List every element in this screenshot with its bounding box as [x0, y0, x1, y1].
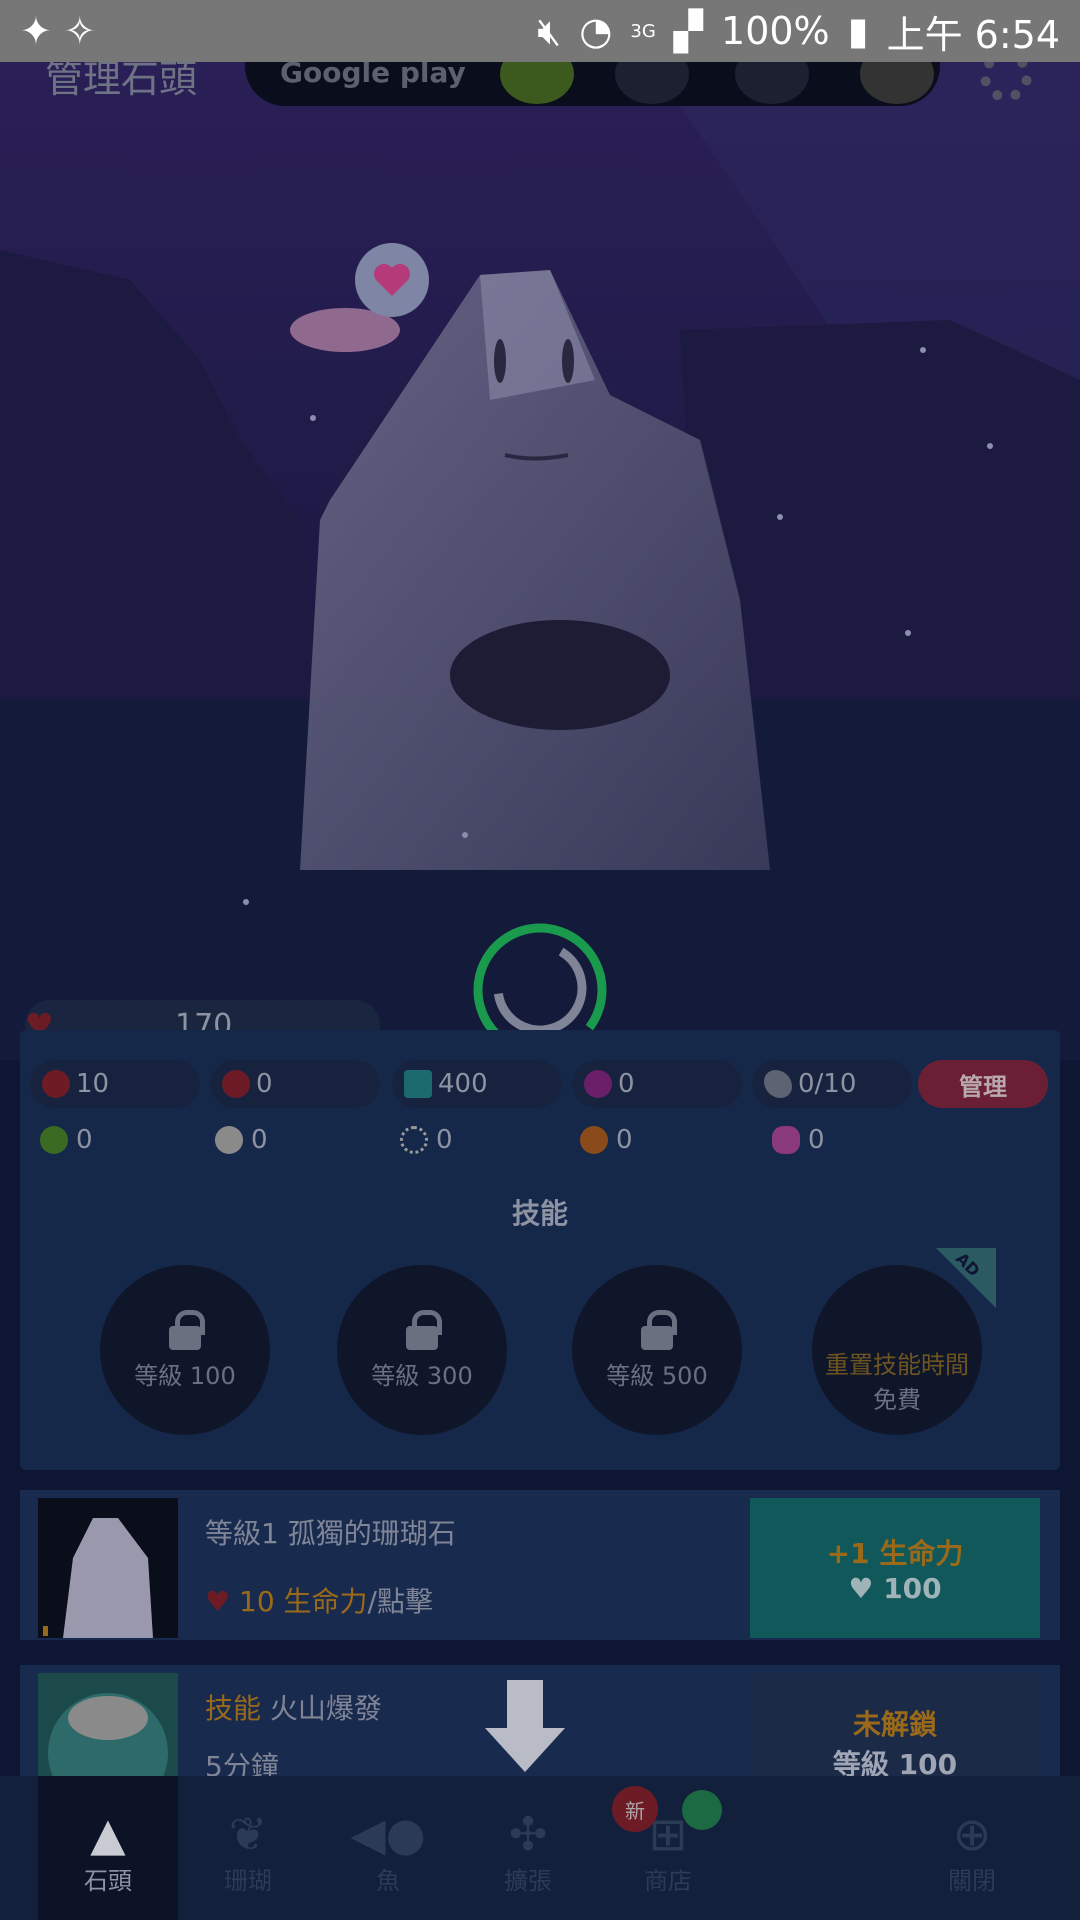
battery-icon: ▮ — [847, 9, 869, 53]
stone-title: 等級1 孤獨的珊瑚石 — [205, 1517, 456, 1550]
stone-icon: ▲ — [90, 1807, 126, 1861]
signal-icon: ▞ — [673, 9, 704, 53]
algae-icon — [40, 1126, 68, 1154]
urchins-stat: 0 — [400, 1125, 453, 1155]
nav-close[interactable]: ⊕ 關閉 — [902, 1776, 1042, 1920]
status-bar: ✦ ✧ 🔇︎ ◔ 3G ▞ 100% ▮ 上午 6:54 — [0, 0, 1080, 62]
skill-slot-2[interactable]: 等級 300 — [337, 1265, 507, 1435]
fish-icon: ◀● — [350, 1807, 426, 1861]
fish-icon — [764, 1070, 792, 1098]
per-tap-stat: 10 — [30, 1060, 200, 1108]
nav-coral[interactable]: ❦ 珊瑚 — [178, 1776, 318, 1920]
notification-icon: ✦ ✧ — [20, 9, 96, 53]
nav-stone[interactable]: ▲ 石頭 — [38, 1776, 178, 1920]
lock-icon — [406, 1309, 442, 1350]
skill-slot-3[interactable]: 等級 500 — [572, 1265, 742, 1435]
nav-expand[interactable]: ✣ 擴張 — [458, 1776, 598, 1920]
game-screen: ✦ ✧ 🔇︎ ◔ 3G ▞ 100% ▮ 上午 6:54 管理石頭 Google… — [0, 0, 1080, 1920]
heart-tap-icon: ♥ — [205, 1585, 231, 1618]
wifi-icon: ◔ — [579, 9, 613, 53]
heart-tap-icon — [42, 1070, 70, 1098]
heart-icon: ♥ — [848, 1571, 874, 1605]
battery-level: 100% — [721, 9, 830, 53]
upgrade-row-stone: 等級1 孤獨的珊瑚石 ♥ 10 生命力/點擊 +1 生命力 ♥ 100 — [20, 1490, 1060, 1640]
upgrade-life-button[interactable]: +1 生命力 ♥ 100 — [750, 1498, 1040, 1638]
lock-icon — [169, 1309, 205, 1350]
network-type: 3G — [630, 20, 656, 42]
volcano-title: 技能 火山爆發 — [205, 1692, 382, 1725]
pearl-icon — [584, 1070, 612, 1098]
tap-bonus-stat: 0 — [210, 1060, 380, 1108]
coral-icon: ❦ — [228, 1807, 268, 1861]
mute-icon: 🔇︎ — [537, 8, 562, 53]
bottom-nav: ▲ 石頭 ❦ 珊瑚 ◀● 魚 ✣ 擴張 ⊞ 商店 ⊕ 關閉 — [0, 1776, 1080, 1920]
pearls-stat: 0 — [572, 1060, 742, 1108]
algae-stat: 0 — [40, 1125, 93, 1155]
manage-button[interactable]: 管理 — [918, 1060, 1048, 1108]
arrow-down-icon — [485, 1680, 565, 1772]
skills-title: 技能 — [511, 1197, 568, 1230]
crabs-stat: 0 — [580, 1125, 633, 1155]
gems-stat: 400 — [392, 1060, 562, 1108]
seahorses-stat: 0 — [772, 1125, 825, 1155]
shell-icon — [215, 1126, 243, 1154]
volcano-duration: 5分鐘 — [205, 1750, 279, 1776]
fish-stat: 0/10 — [752, 1060, 912, 1108]
play-badge-icon — [682, 1790, 722, 1830]
crab-icon — [580, 1126, 608, 1154]
nav-fish[interactable]: ◀● 魚 — [318, 1776, 458, 1920]
download-circle-icon: ⊕ — [952, 1807, 992, 1861]
stone-thumbnail — [38, 1498, 178, 1638]
new-badge: 新 — [612, 1786, 658, 1832]
volcano-thumbnail — [38, 1673, 178, 1776]
clock: 上午 6:54 — [886, 12, 1060, 57]
expand-icon: ✣ — [508, 1807, 548, 1861]
upgrade-cost: ♥ 100 — [848, 1571, 942, 1605]
gem-icon — [404, 1070, 432, 1098]
lock-icon — [641, 1309, 677, 1350]
heart-bonus-icon — [222, 1070, 250, 1098]
volcano-locked-button[interactable]: 未解鎖 等級 100 — [750, 1673, 1040, 1776]
urchin-icon — [400, 1126, 428, 1154]
seahorse-icon — [772, 1126, 800, 1154]
stone-rate: ♥ 10 生命力/點擊 — [205, 1585, 433, 1618]
skill-slot-1[interactable]: 等級 100 — [100, 1265, 270, 1435]
shells-stat: 0 — [215, 1125, 268, 1155]
underwater-scene[interactable] — [0, 0, 1080, 1060]
